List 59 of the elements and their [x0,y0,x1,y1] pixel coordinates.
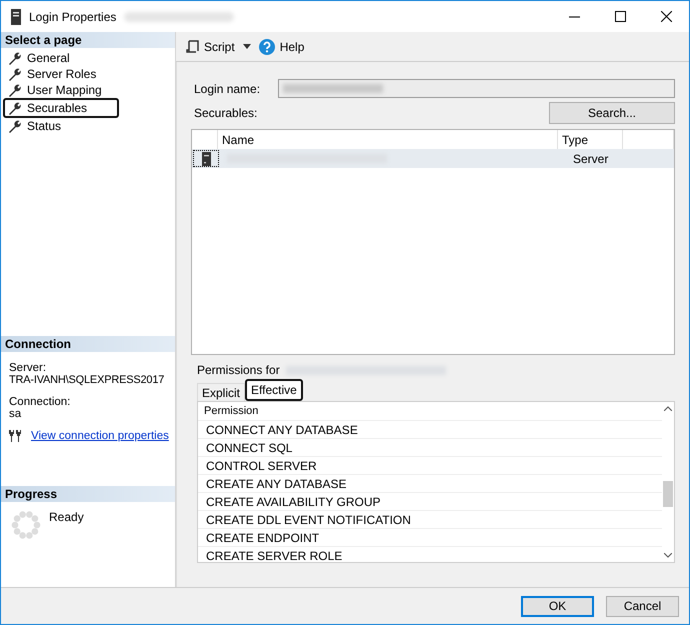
permission-row[interactable]: CREATE ANY DATABASE [198,475,662,493]
permission-row[interactable]: CREATE ENDPOINT [198,529,662,547]
page-item[interactable]: User Mapping [3,82,173,98]
dropdown-caret-icon[interactable] [242,44,251,49]
page-item[interactable]: Status [3,118,173,134]
scroll-thumb[interactable] [663,481,673,507]
permission-row[interactable]: CONNECT ANY DATABASE [198,421,662,439]
permission-row[interactable]: CREATE AVAILABILITY GROUP [198,493,662,511]
page-item[interactable]: Securables [3,98,119,118]
maximize-icon [614,11,626,22]
scroll-down-icon [664,553,672,558]
column-header: Permission [198,402,662,421]
scroll-up-icon [664,406,672,411]
close-icon [660,11,672,22]
tab[interactable]: Explicit [197,383,246,401]
section-header: Select a page [1,32,175,48]
section-header: Progress [1,486,175,502]
server-value: TRA-IVANH\SQLEXPRESS2017 [9,374,166,386]
table-row[interactable]: Server [192,149,674,168]
connection-value: sa [9,408,22,420]
cancel-button[interactable]: Cancel [606,596,679,616]
permissions-for-label: Permissions for [197,363,280,377]
page-item[interactable]: General [3,50,173,66]
tab[interactable]: Effective [245,379,303,401]
script-icon [186,40,199,54]
script-button[interactable]: Script [184,40,237,54]
progress-status: Ready [49,510,84,524]
page-label: General [27,51,70,65]
wrench-icon [8,84,21,96]
window-title: Login Properties [29,10,116,24]
permission-row[interactable]: CONTROL SERVER [198,457,662,475]
page-item[interactable]: Server Roles [3,66,173,82]
securables-label: Securables: [194,106,258,120]
page-label: User Mapping [27,83,102,97]
search-button[interactable]: Search... [549,102,675,124]
help-icon [258,38,275,54]
wrench-icon [8,102,21,114]
login-name-field[interactable] [278,79,675,98]
connection-properties-link[interactable]: View connection properties [31,430,169,442]
permission-row[interactable]: CREATE SERVER ROLE [198,547,662,562]
page-label: Server Roles [27,67,96,81]
login-name-label: Login name: [194,82,260,96]
help-button[interactable]: Help [256,38,306,54]
wrench-icon [8,52,21,64]
spinner-icon [11,510,41,540]
section-header: Connection [1,336,175,352]
permission-row[interactable]: CONNECT SQL [198,439,662,457]
ok-button[interactable]: OK [521,596,594,616]
connection-label: Connection: [9,396,72,408]
table-cell-text: Server [572,152,610,166]
wrench-icon [8,120,21,132]
page-label: Securables [27,101,88,115]
plug-icon [9,430,23,442]
server-icon [202,152,210,166]
permission-row[interactable]: CREATE DDL EVENT NOTIFICATION [198,511,662,529]
server-label: Server: [9,362,48,374]
wrench-icon [8,68,21,80]
server-icon [11,8,21,24]
page-label: Status [27,119,62,133]
